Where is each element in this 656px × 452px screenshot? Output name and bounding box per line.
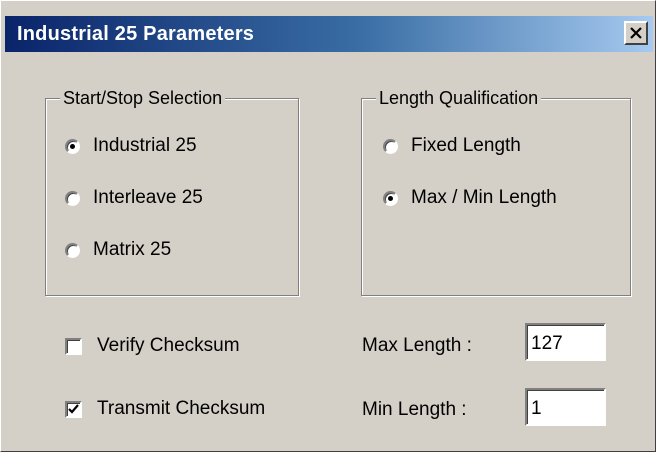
verify-checksum-label: Verify Checksum <box>97 335 240 356</box>
radio-fixed-length-indicator[interactable] <box>383 139 398 154</box>
close-icon <box>630 27 642 39</box>
radio-fixed-length-label: Fixed Length <box>411 135 521 156</box>
radio-matrix-25-label: Matrix 25 <box>93 239 172 260</box>
verify-checksum-box[interactable] <box>65 338 82 355</box>
start-stop-legend: Start/Stop Selection <box>60 88 226 108</box>
checkmark-icon <box>68 404 79 414</box>
radio-max-min-length-indicator[interactable] <box>383 191 398 206</box>
max-length-label: Max Length : <box>362 335 472 356</box>
radio-industrial-25-label: Industrial 25 <box>93 135 197 156</box>
radio-max-min-length-label: Max / Min Length <box>411 187 557 208</box>
title-bar: Industrial 25 Parameters <box>5 16 653 52</box>
close-button[interactable] <box>624 21 648 45</box>
transmit-checksum-box[interactable] <box>65 401 82 418</box>
radio-industrial-25-indicator[interactable] <box>65 139 80 154</box>
min-length-input[interactable] <box>525 388 606 426</box>
radio-selected-dot <box>388 196 393 201</box>
transmit-checksum-label: Transmit Checksum <box>97 398 266 419</box>
radio-selected-dot <box>70 144 75 149</box>
radio-interleave-25-indicator[interactable] <box>65 191 80 206</box>
radio-interleave-25-label: Interleave 25 <box>93 187 203 208</box>
min-length-label: Min Length : <box>362 399 467 420</box>
radio-matrix-25-indicator[interactable] <box>65 243 80 258</box>
parameters-dialog: Industrial 25 Parameters Start/Stop Sele… <box>0 0 656 452</box>
window-title: Industrial 25 Parameters <box>17 23 255 45</box>
length-qualification-legend: Length Qualification <box>376 88 542 108</box>
max-length-input[interactable] <box>525 323 606 361</box>
